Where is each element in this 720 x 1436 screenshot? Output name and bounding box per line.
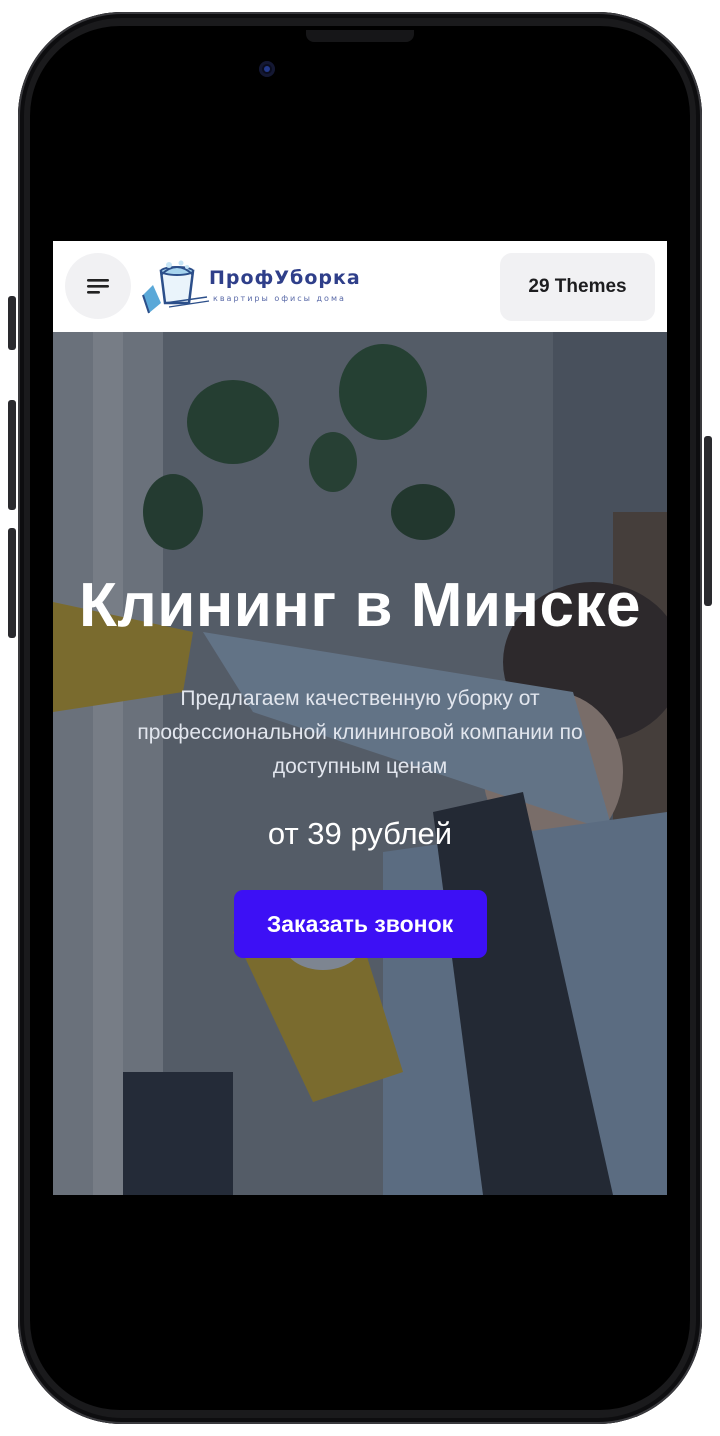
front-camera-icon: [259, 61, 275, 77]
volume-up-button: [8, 400, 16, 510]
device-mockup: ПрофУборка квартиры офисы дома 29 Themes: [0, 0, 720, 1436]
menu-icon: [87, 279, 109, 294]
hero-title: Клининг в Минске: [79, 571, 641, 640]
order-call-button[interactable]: Заказать звонок: [233, 890, 487, 958]
website-screen: ПрофУборка квартиры офисы дома 29 Themes: [53, 241, 667, 1195]
site-header: ПрофУборка квартиры офисы дома 29 Themes: [53, 241, 667, 332]
logo-title: ПрофУборка: [209, 267, 361, 289]
hero-section: Клининг в Минске Предлагаем качественную…: [53, 332, 667, 1195]
menu-button[interactable]: [65, 253, 131, 319]
hero-content: Клининг в Минске Предлагаем качественную…: [53, 572, 667, 958]
volume-down-button: [8, 528, 16, 638]
power-button: [704, 436, 712, 606]
hero-description: Предлагаем качественную уборку от профес…: [137, 687, 583, 778]
speaker-grille: [306, 30, 414, 42]
bucket-logo-icon: [142, 260, 210, 314]
logo-subtitle: квартиры офисы дома: [213, 294, 346, 303]
hero-price: от 39 рублей: [267, 816, 453, 851]
site-logo[interactable]: ПрофУборка квартиры офисы дома: [139, 257, 369, 317]
mute-switch: [8, 296, 16, 350]
themes-button[interactable]: 29 Themes: [500, 253, 655, 321]
